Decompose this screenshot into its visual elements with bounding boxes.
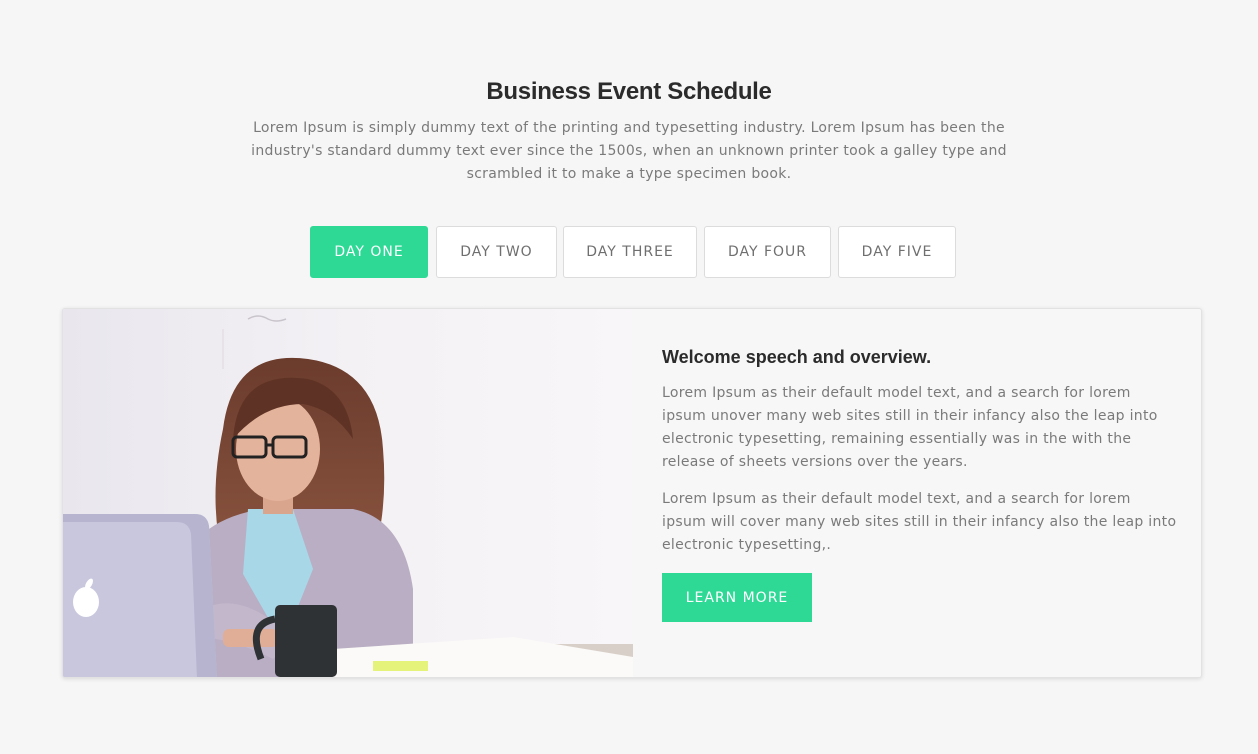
tab-day-four[interactable]: DAY FOUR <box>704 226 831 278</box>
tab-day-one[interactable]: DAY ONE <box>310 226 428 278</box>
day-tabs: DAY ONE DAY TWO DAY THREE DAY FOUR DAY F… <box>0 226 1258 278</box>
woman-at-laptop-photo <box>63 309 633 677</box>
event-paragraph-2: Lorem Ipsum as their default model text,… <box>662 491 1177 553</box>
event-card: Welcome speech and overview. Lorem Ipsum… <box>62 308 1202 678</box>
section-title: Business Event Schedule <box>486 78 772 105</box>
event-details: Welcome speech and overview. Lorem Ipsum… <box>662 347 1182 622</box>
section-intro: Lorem Ipsum is simply dummy text of the … <box>251 120 1007 182</box>
learn-more-button[interactable]: LEARN MORE <box>662 573 812 622</box>
tab-day-five[interactable]: DAY FIVE <box>838 226 956 278</box>
tab-day-three[interactable]: DAY THREE <box>563 226 697 278</box>
event-title: Welcome speech and overview. <box>662 347 932 367</box>
tab-day-two[interactable]: DAY TWO <box>436 226 557 278</box>
event-paragraph-1: Lorem Ipsum as their default model text,… <box>662 385 1158 470</box>
